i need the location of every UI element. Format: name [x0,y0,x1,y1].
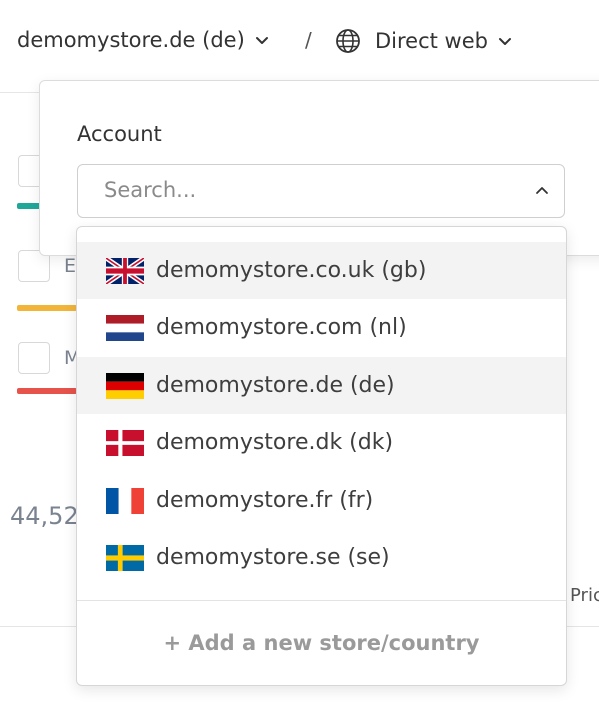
se-flag-icon [106,544,144,571]
store-option-label: demomystore.fr (fr) [156,488,374,513]
store-option-nl[interactable]: demomystore.com (nl) [77,299,566,356]
fr-flag-icon [106,487,144,514]
add-store-label: + Add a new store/country [163,631,480,655]
de-flag-icon [106,372,144,399]
channel-selector[interactable]: Direct web [335,28,514,54]
store-option-se[interactable]: demomystore.se (se) [77,529,566,586]
nl-flag-icon [106,314,144,341]
store-option-label: demomystore.dk (dk) [156,430,394,455]
chevron-up-icon[interactable] [534,182,550,198]
store-option-label: demomystore.com (nl) [156,315,407,340]
background-label: Pric [570,585,599,606]
chevron-down-icon [498,38,511,45]
background-checkbox[interactable] [18,342,50,374]
store-option-label: demomystore.de (de) [156,373,395,398]
account-label: Account [77,122,162,146]
account-search-box[interactable] [77,164,565,218]
add-store-button[interactable]: + Add a new store/country [77,601,566,685]
gb-flag-icon [106,257,144,284]
store-option-gb[interactable]: demomystore.co.uk (gb) [77,242,566,299]
store-selector[interactable]: demomystore.de (de) [17,28,271,52]
store-dropdown: demomystore.co.uk (gb) demomystore.com (… [76,226,567,686]
series-color-line [17,305,77,311]
channel-selector-label: Direct web [375,29,488,53]
account-search-input[interactable] [79,166,499,214]
store-selector-label: demomystore.de (de) [17,28,245,52]
background-value: 44,52 [10,502,79,530]
store-option-de[interactable]: demomystore.de (de) [77,357,566,414]
series-color-line [17,388,77,394]
store-option-label: demomystore.se (se) [156,545,390,570]
store-option-dk[interactable]: demomystore.dk (dk) [77,414,566,471]
store-option-label: demomystore.co.uk (gb) [156,258,427,283]
globe-icon [336,29,360,53]
dk-flag-icon [106,429,144,456]
store-option-fr[interactable]: demomystore.fr (fr) [77,472,566,529]
chevron-down-icon [255,37,268,44]
breadcrumb-separator: / [305,28,312,52]
background-label: E [64,255,77,277]
